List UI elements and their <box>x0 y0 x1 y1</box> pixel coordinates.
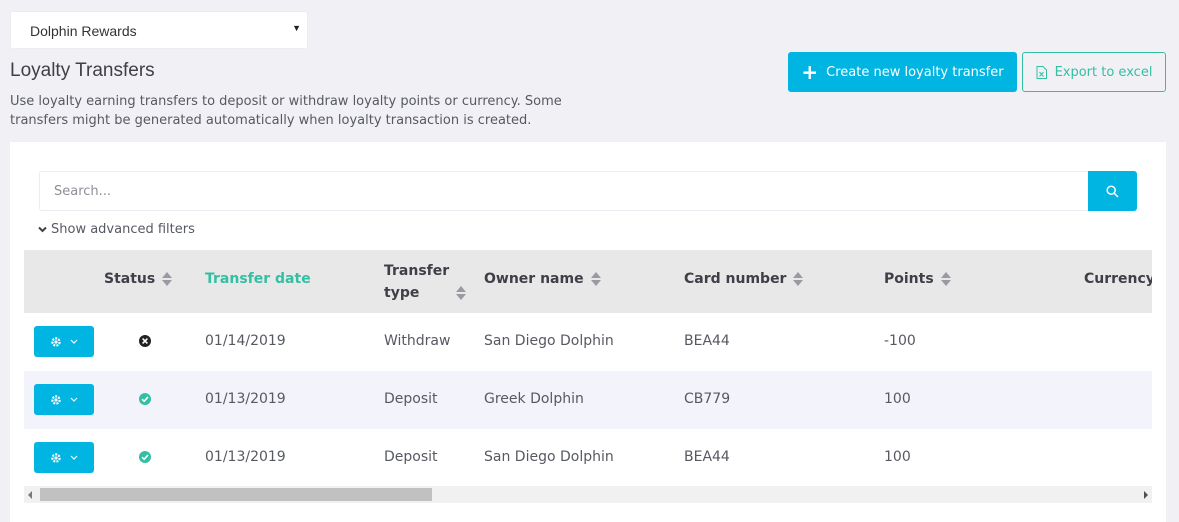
owner-name-cell: San Diego Dolphin <box>484 333 614 349</box>
table-row: 01/13/2019 Deposit San Diego Dolphin BEA… <box>24 429 1152 486</box>
table-header: Status Transfer date Transfer type Owner… <box>24 250 1152 313</box>
transfer-type-cell: Deposit <box>384 391 438 407</box>
chevron-down-icon <box>70 455 78 460</box>
chevron-down-icon <box>70 397 78 402</box>
completed-status-icon <box>139 451 151 463</box>
search-input[interactable] <box>39 171 1089 211</box>
chevron-down-icon <box>70 339 78 344</box>
column-transfer-type[interactable]: Transfer type <box>384 260 467 304</box>
card-number-cell: CB779 <box>684 391 731 407</box>
card-number-cell: BEA44 <box>684 449 730 465</box>
transfer-date-cell: 01/14/2019 <box>205 333 286 349</box>
caret-down-icon: ▼ <box>292 23 301 33</box>
transfers-table: Status Transfer date Transfer type Owner… <box>24 250 1152 486</box>
show-advanced-filters-link[interactable]: Show advanced filters <box>38 222 195 237</box>
completed-status-icon <box>139 393 151 405</box>
excel-file-icon <box>1036 65 1047 79</box>
column-transfer-date[interactable]: Transfer date <box>205 271 311 287</box>
sort-icon <box>162 272 173 286</box>
table-row: 01/14/2019 Withdraw San Diego Dolphin BE… <box>24 313 1152 371</box>
scroll-right-icon[interactable] <box>1144 491 1148 499</box>
program-select-value: Dolphin Rewards <box>30 23 137 39</box>
sort-icon <box>793 272 804 286</box>
gear-icon <box>51 394 61 405</box>
transfer-date-cell: 01/13/2019 <box>205 391 286 407</box>
search-button[interactable] <box>1088 171 1137 211</box>
create-transfer-button[interactable]: + Create new loyalty transfer <box>788 52 1017 92</box>
column-points[interactable]: Points <box>884 271 951 287</box>
transfer-date-cell: 01/13/2019 <box>205 449 286 465</box>
column-points-label: Points <box>884 271 934 287</box>
column-transfer-date-label: Transfer date <box>205 271 311 287</box>
column-currency-label: Currency <box>1084 271 1152 287</box>
points-cell: 100 <box>884 449 911 465</box>
scroll-left-icon[interactable] <box>28 491 32 499</box>
transfers-card: Show advanced filters Status Transfer da… <box>10 142 1166 522</box>
sort-icon <box>456 286 467 300</box>
chevron-down-icon <box>38 226 47 233</box>
column-owner-name[interactable]: Owner name <box>484 271 601 287</box>
column-card-number[interactable]: Card number <box>684 271 804 287</box>
column-currency[interactable]: Currency <box>1084 271 1152 287</box>
page-description: Use loyalty earning transfers to deposit… <box>10 94 562 128</box>
gear-icon <box>51 452 61 463</box>
cancelled-status-icon <box>139 335 151 347</box>
owner-name-cell: San Diego Dolphin <box>484 449 614 465</box>
card-number-cell: BEA44 <box>684 333 730 349</box>
horizontal-scrollbar[interactable] <box>24 486 1152 503</box>
transfer-type-cell: Withdraw <box>384 333 451 349</box>
export-excel-button[interactable]: Export to excel <box>1022 52 1166 92</box>
column-transfer-type-label: Transfer type <box>384 263 450 301</box>
points-cell: 100 <box>884 391 911 407</box>
column-status[interactable]: Status <box>104 271 173 287</box>
sort-icon <box>590 272 601 286</box>
table-row: 01/13/2019 Deposit Greek Dolphin CB779 1… <box>24 371 1152 429</box>
scrollbar-thumb[interactable] <box>40 488 432 501</box>
owner-name-cell: Greek Dolphin <box>484 391 584 407</box>
page-title: Loyalty Transfers <box>10 60 155 81</box>
column-status-label: Status <box>104 271 156 287</box>
program-select[interactable]: Dolphin Rewards ▼ <box>10 11 308 49</box>
column-card-number-label: Card number <box>684 271 787 287</box>
row-actions-button[interactable] <box>34 384 94 415</box>
row-actions-button[interactable] <box>34 326 94 357</box>
gear-icon <box>51 336 61 347</box>
create-transfer-label: Create new loyalty transfer <box>826 64 1004 80</box>
transfer-type-cell: Deposit <box>384 449 438 465</box>
plus-icon: + <box>801 60 819 84</box>
export-excel-label: Export to excel <box>1054 64 1153 80</box>
row-actions-button[interactable] <box>34 442 94 473</box>
column-owner-name-label: Owner name <box>484 271 584 287</box>
search-icon <box>1106 184 1119 198</box>
points-cell: -100 <box>884 333 916 349</box>
advanced-filters-label: Show advanced filters <box>51 222 195 237</box>
sort-icon <box>940 272 951 286</box>
